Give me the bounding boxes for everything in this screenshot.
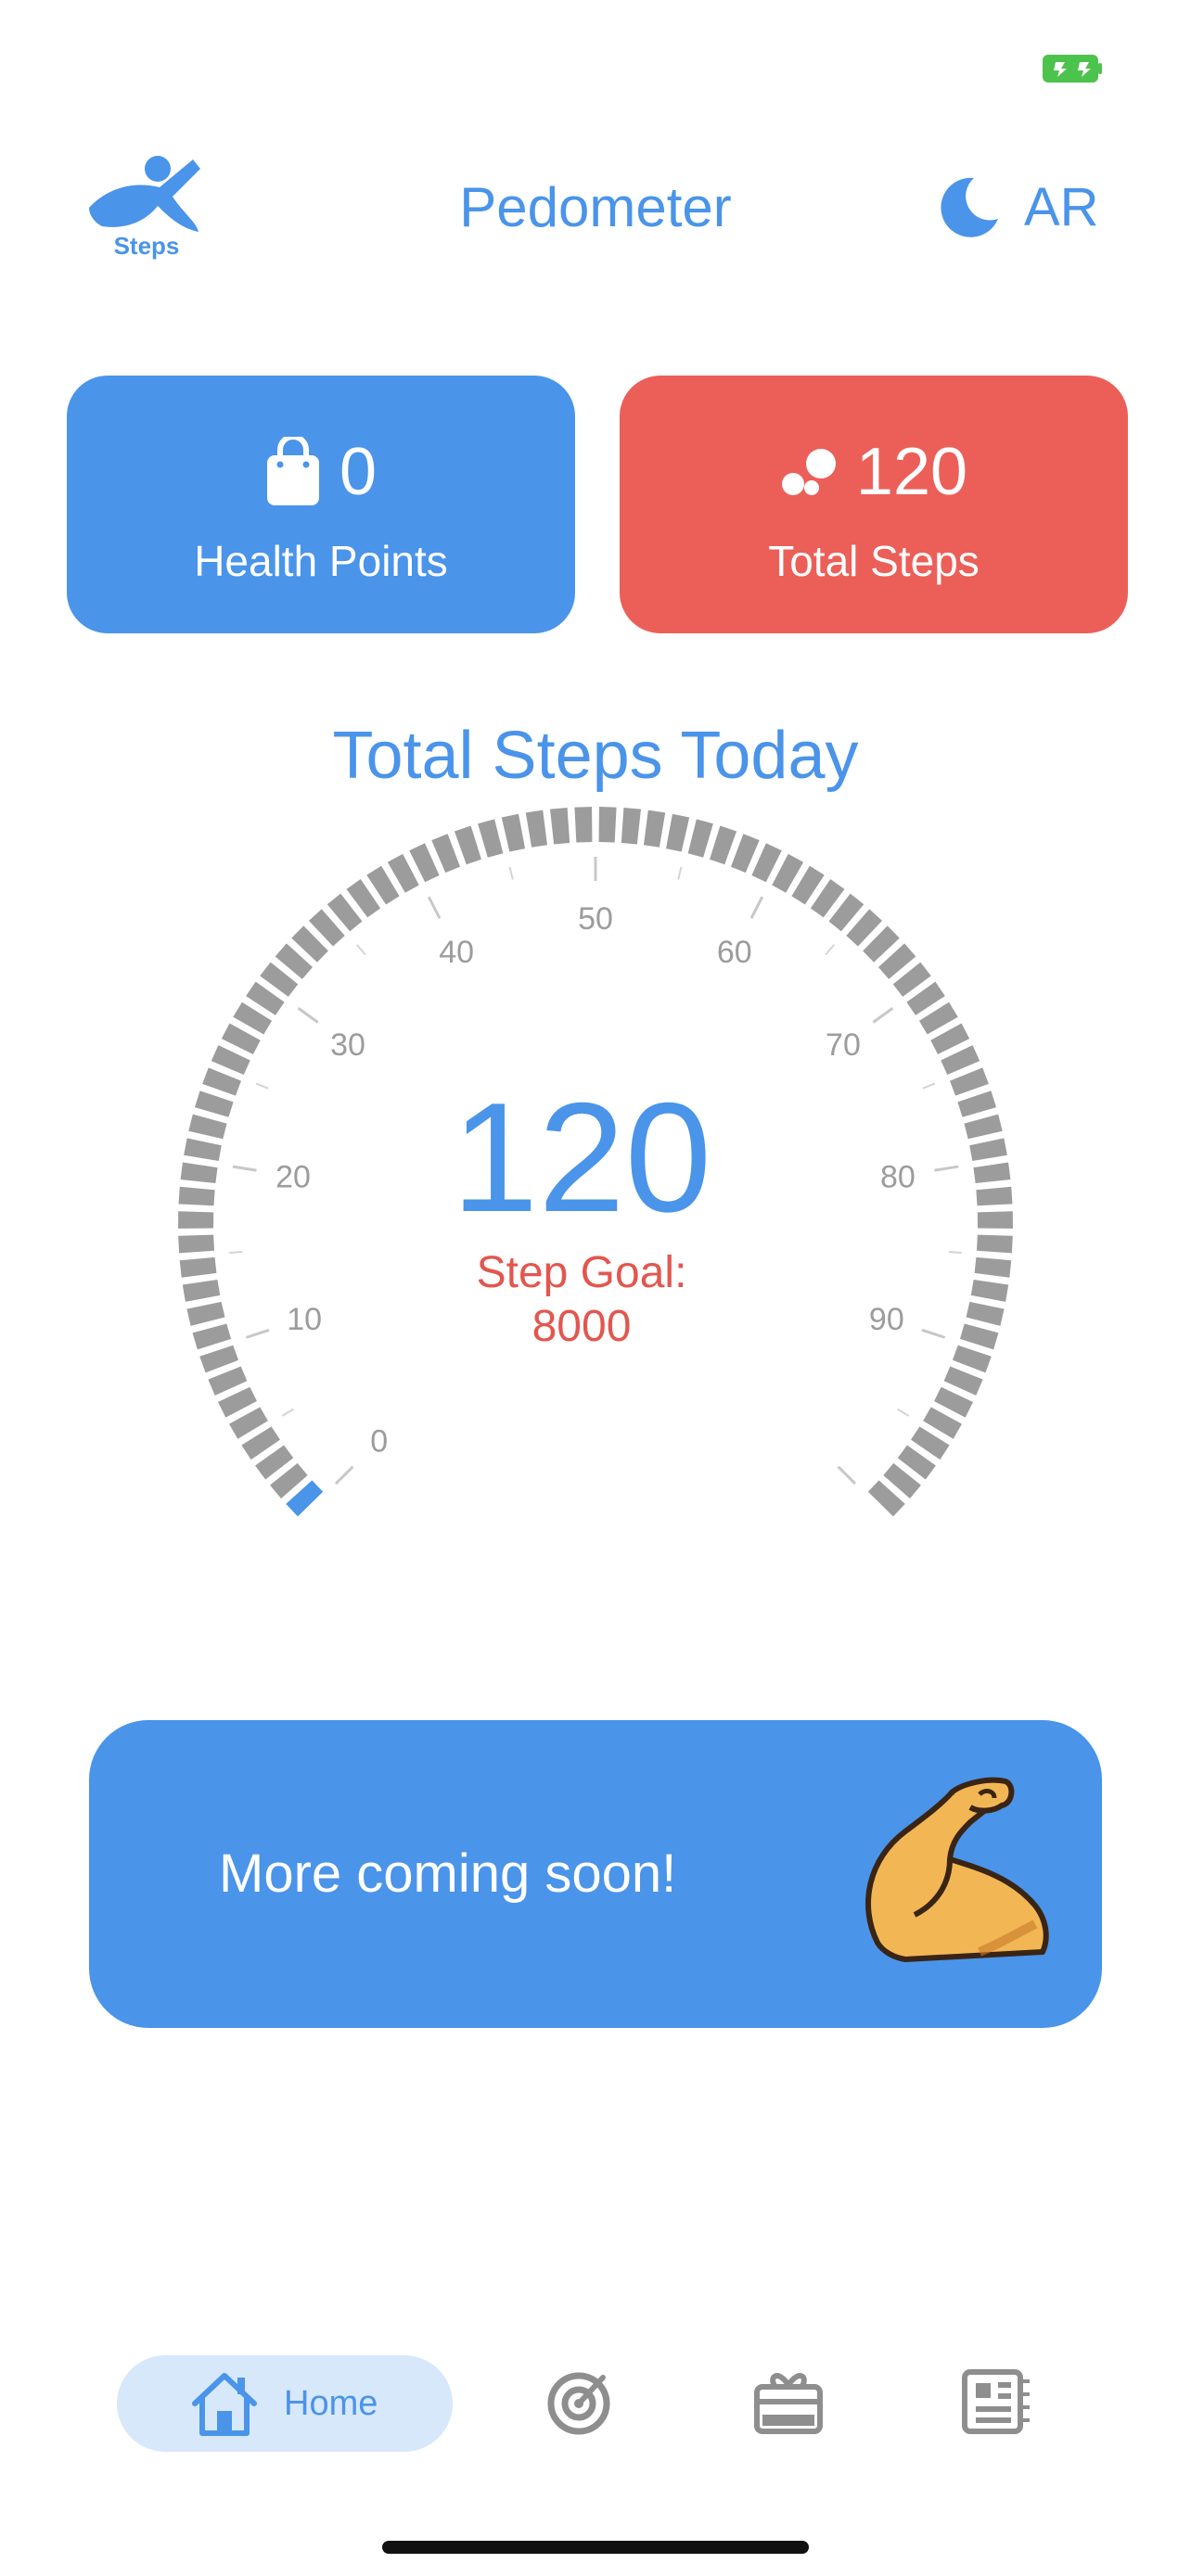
gauge-segment bbox=[846, 909, 883, 947]
gauge-segment bbox=[478, 819, 504, 858]
gauge-minor-tick bbox=[897, 1408, 910, 1417]
gauge-segment bbox=[810, 879, 845, 918]
gauge-segment bbox=[550, 808, 570, 845]
gauge-major-tick bbox=[749, 896, 764, 920]
gauge-segment bbox=[454, 825, 481, 865]
gauge-segment bbox=[710, 825, 737, 865]
gauge-segment bbox=[621, 808, 641, 845]
gauge-segment bbox=[643, 810, 666, 848]
gauge-segment bbox=[772, 853, 804, 893]
gauge-segment bbox=[270, 1462, 308, 1498]
gauge-segment bbox=[828, 893, 864, 932]
gauge-major-tick bbox=[297, 1007, 319, 1024]
gauge-segment bbox=[308, 909, 345, 947]
gauge-segment bbox=[867, 1480, 905, 1517]
tab-bar: Home bbox=[0, 2337, 1191, 2476]
gauge-major-tick bbox=[427, 896, 442, 920]
gauge-segment bbox=[409, 843, 440, 883]
gauge-segment bbox=[751, 843, 782, 883]
health-points-card[interactable]: 0 Health Points bbox=[67, 376, 575, 633]
gauge-segment bbox=[221, 1023, 261, 1054]
gauge-minor-tick bbox=[677, 866, 683, 880]
total-steps-value: 120 bbox=[855, 435, 968, 509]
gauge-segment bbox=[291, 925, 328, 963]
gauge-tick-label: 0 bbox=[370, 1423, 388, 1459]
step-goal-value: 8000 bbox=[531, 1302, 632, 1351]
total-steps-card[interactable]: 120 Total Steps bbox=[620, 376, 1128, 633]
gauge-tick-label: 70 bbox=[826, 1027, 861, 1063]
gauge-major-tick bbox=[334, 1465, 354, 1486]
gauge-segment bbox=[687, 819, 713, 858]
gauge-segment bbox=[217, 1386, 257, 1418]
gauge-segment bbox=[943, 1366, 983, 1396]
gauge-segment bbox=[233, 1001, 273, 1035]
shopping-bag-icon bbox=[266, 437, 319, 505]
footsteps-icon bbox=[781, 449, 836, 495]
tab-home-label: Home bbox=[284, 2384, 378, 2423]
gauge-segment bbox=[346, 879, 381, 918]
gauge-segment bbox=[906, 981, 945, 1015]
tab-home[interactable]: Home bbox=[117, 2355, 453, 2452]
page-title: Pedometer bbox=[459, 176, 732, 238]
gauge-segment bbox=[501, 813, 526, 852]
gauge-segment bbox=[930, 1023, 970, 1054]
gauge-minor-tick bbox=[508, 866, 514, 880]
moon-icon[interactable] bbox=[937, 174, 1002, 239]
gauge-minor-tick bbox=[356, 944, 366, 956]
target-icon[interactable] bbox=[542, 2365, 616, 2439]
gauge-minor-tick bbox=[825, 944, 835, 956]
gauge-segment bbox=[877, 943, 916, 979]
gauge-segment bbox=[934, 1386, 974, 1418]
gift-card-icon[interactable] bbox=[751, 2365, 826, 2439]
gauge-title: Total Steps Today bbox=[332, 719, 859, 793]
gauge-segment bbox=[260, 962, 299, 997]
news-icon[interactable] bbox=[959, 2365, 1033, 2439]
promo-text: More coming soon! bbox=[219, 1843, 677, 1904]
gauge-segment bbox=[574, 807, 593, 843]
gauge-segment bbox=[665, 813, 690, 852]
gauge-major-tick bbox=[837, 1465, 857, 1486]
gauge-segment bbox=[431, 834, 461, 874]
gauge-segment bbox=[327, 893, 363, 932]
gauge-tick-label: 60 bbox=[717, 935, 752, 970]
gauge-segment bbox=[241, 1426, 280, 1460]
gauge-segment bbox=[791, 865, 825, 905]
gauge-segment bbox=[246, 981, 285, 1015]
gauge-segment bbox=[918, 1001, 958, 1035]
gauge-segment bbox=[525, 810, 548, 848]
battery-icon bbox=[1043, 55, 1102, 83]
home-indicator bbox=[382, 2541, 809, 2554]
gauge-segment bbox=[923, 1407, 962, 1439]
flexed-biceps-icon bbox=[865, 1777, 1049, 1962]
gauge-segment bbox=[598, 807, 617, 843]
gauge-segment bbox=[275, 943, 314, 979]
gauge-segment bbox=[883, 1462, 921, 1498]
health-points-value: 0 bbox=[339, 435, 378, 509]
total-steps-label: Total Steps bbox=[768, 537, 980, 585]
gauge-segment-active bbox=[286, 1480, 324, 1517]
gauge-segment bbox=[387, 853, 419, 893]
gauge-tick-label: 50 bbox=[578, 901, 613, 937]
gauge-segment bbox=[366, 865, 400, 905]
gauge-segment bbox=[863, 925, 900, 963]
gauge-value: 120 bbox=[451, 1070, 712, 1244]
gauge-tick-label: 30 bbox=[330, 1027, 365, 1063]
home-icon bbox=[192, 2373, 257, 2436]
language-toggle-button[interactable]: AR bbox=[1024, 171, 1108, 245]
gauge-segment bbox=[255, 1445, 294, 1480]
step-goal-label: Step Goal: bbox=[476, 1248, 687, 1297]
gauge-minor-tick bbox=[281, 1408, 294, 1417]
health-points-label: Health Points bbox=[194, 537, 448, 585]
gauge-segment bbox=[897, 1445, 936, 1480]
gauge-segment bbox=[892, 962, 931, 997]
promo-banner[interactable]: More coming soon! bbox=[89, 1720, 1102, 2028]
gauge-segment bbox=[229, 1407, 268, 1439]
gauge-tick-label: 40 bbox=[439, 935, 474, 970]
gauge-segment bbox=[730, 834, 760, 874]
gauge-segment bbox=[208, 1366, 248, 1396]
gauge-major-tick bbox=[872, 1007, 894, 1024]
gauge-segment bbox=[911, 1426, 950, 1460]
